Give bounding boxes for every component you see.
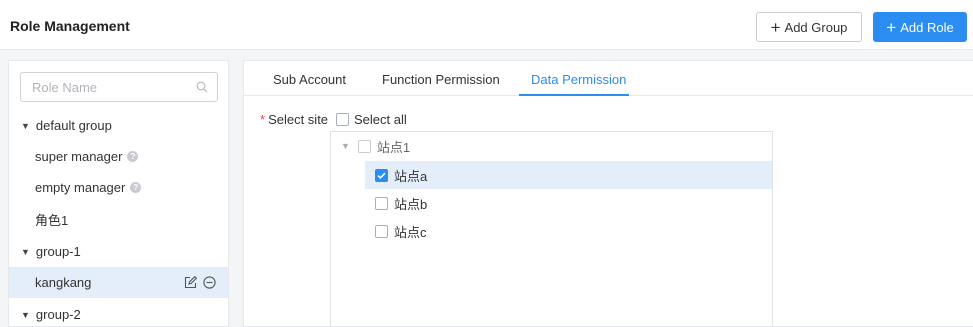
tree-role-kangkang[interactable]: kangkang [9, 267, 228, 298]
tree-role-empty-manager[interactable]: empty manager ? [9, 172, 228, 203]
plus-icon: + [770, 17, 781, 37]
tree-group-label: default group [35, 118, 112, 133]
active-tab-indicator [519, 94, 629, 96]
remove-icon[interactable] [203, 276, 216, 289]
tree-group-label: group-1 [35, 244, 81, 259]
tab-data-permission[interactable]: Data Permission [531, 72, 626, 87]
permission-tabs: Sub Account Function Permission Data Per… [244, 61, 973, 96]
tree-group-2[interactable]: ▼ group-2 [9, 299, 228, 327]
tree-group-1[interactable]: ▼ group-1 [9, 236, 228, 267]
help-icon: ? [127, 151, 139, 162]
checkbox[interactable] [375, 224, 388, 238]
site-tree: ▼ 站点1 站点a 站点b 站点c [330, 131, 773, 327]
site-tree-item-c[interactable]: 站点c [365, 217, 772, 245]
select-all-label: Select all [354, 112, 407, 127]
site-label: 站点c [394, 224, 427, 240]
tree-role-role1[interactable]: 角色1 [9, 204, 228, 235]
tree-role-label: super manager [35, 149, 123, 164]
role-search [20, 72, 218, 102]
checkbox[interactable] [375, 196, 388, 210]
check-icon [377, 172, 386, 179]
checkbox-checked[interactable] [375, 168, 388, 182]
site-tree-item-b[interactable]: 站点b [365, 189, 772, 217]
permission-panel: Sub Account Function Permission Data Per… [243, 60, 973, 327]
role-search-input[interactable] [21, 73, 181, 101]
select-all-checkbox[interactable]: Select all [336, 112, 407, 127]
checkbox[interactable] [336, 113, 349, 126]
add-role-button[interactable]: + Add Role [873, 12, 967, 42]
caret-down-icon: ▼ [21, 309, 30, 320]
caret-down-icon: ▼ [21, 246, 30, 257]
role-tree-panel: ▼ default group super manager ? empty ma… [8, 60, 229, 327]
page-title: Role Management [10, 18, 130, 34]
caret-down-icon[interactable]: ▼ [341, 141, 350, 151]
site-label: 站点a [394, 168, 428, 184]
site-label: 站点1 [376, 139, 411, 155]
tree-role-label: empty manager [35, 180, 126, 195]
checkbox[interactable] [357, 139, 371, 153]
add-role-label: Add Role [900, 19, 954, 35]
site-tree-parent[interactable]: ▼ 站点1 [341, 132, 772, 160]
select-site-label: * Select site [260, 112, 329, 127]
edit-icon[interactable] [184, 276, 197, 289]
page-header: Role Management + Add Group + Add Role [0, 0, 973, 50]
caret-down-icon: ▼ [21, 120, 30, 131]
tree-role-label: kangkang [35, 275, 92, 290]
tab-function-permission[interactable]: Function Permission [382, 72, 500, 87]
search-icon[interactable] [196, 81, 208, 93]
add-group-label: Add Group [784, 19, 848, 35]
required-mark: * [260, 112, 266, 127]
row-actions [184, 276, 216, 289]
site-label: 站点b [394, 196, 428, 212]
tree-role-label: 角色1 [35, 213, 69, 228]
plus-icon: + [886, 17, 897, 37]
add-group-button[interactable]: + Add Group [756, 12, 862, 42]
tab-sub-account[interactable]: Sub Account [273, 72, 346, 87]
tree-group-default[interactable]: ▼ default group [9, 110, 228, 141]
help-icon: ? [130, 182, 142, 193]
tree-role-super-manager[interactable]: super manager ? [9, 141, 228, 172]
tree-group-label: group-2 [35, 307, 81, 322]
site-tree-item-a[interactable]: 站点a [365, 161, 772, 189]
